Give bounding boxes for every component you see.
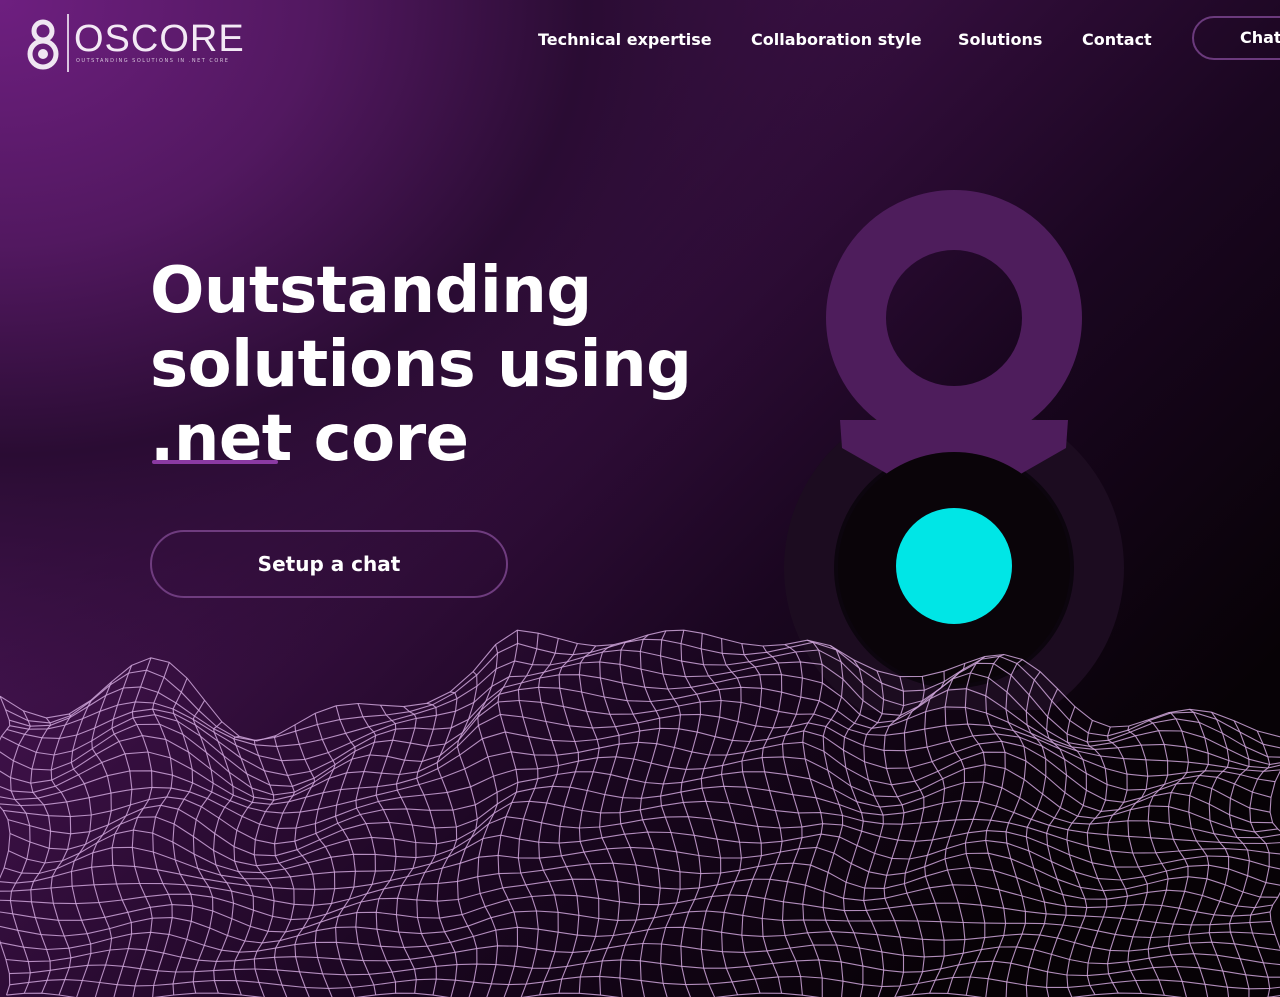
hero-title-underline xyxy=(152,460,278,464)
terrain-column-line xyxy=(741,643,763,994)
terrain-column-line xyxy=(1269,770,1280,950)
terrain-column-line xyxy=(822,645,844,997)
terrain-column-line xyxy=(964,656,986,996)
terrain-column-line xyxy=(497,630,519,997)
terrain-column-line xyxy=(1046,688,1068,997)
brand-tagline: OUTSTANDING SOLUTIONS IN .NET CORE xyxy=(76,58,230,64)
wireframe-terrain-graphic xyxy=(0,629,1280,997)
terrain-column-line xyxy=(863,670,885,997)
terrain-row-line xyxy=(7,785,1280,857)
terrain-row-line xyxy=(9,649,1280,758)
terrain-column-line xyxy=(802,639,824,997)
terrain-column-line xyxy=(578,645,600,994)
terrain-column-line xyxy=(720,638,742,996)
terrain-column-line xyxy=(924,671,946,994)
terrain-column-line xyxy=(395,706,417,994)
terrain-column-line xyxy=(1127,725,1149,994)
hero-title: Outstanding solutions using .net core xyxy=(150,254,770,476)
terrain-column-line xyxy=(212,721,235,994)
terrain-column-line xyxy=(903,676,925,996)
hero-title-line-3: .net core xyxy=(150,402,469,476)
terrain-column-line xyxy=(538,638,560,996)
terrain-column-line xyxy=(1066,706,1088,997)
terrain-column-line xyxy=(558,643,580,994)
terrain-column-line xyxy=(639,634,661,997)
terrain-column-line xyxy=(761,645,783,994)
terrain-column-line xyxy=(985,653,1007,997)
terrain-column-line xyxy=(70,700,92,997)
terrain-column-line xyxy=(944,663,966,994)
terrain-column-line xyxy=(416,702,438,996)
terrain-row-line xyxy=(0,926,1280,953)
terrain-column-line xyxy=(680,630,702,997)
hero-title-line-2: solutions using xyxy=(150,328,692,402)
terrain-column-line xyxy=(172,677,194,996)
terrain-column-line xyxy=(30,717,52,994)
terrain-row-line xyxy=(9,959,1280,978)
terrain-column-line xyxy=(375,704,397,994)
terrain-row-line xyxy=(0,629,1280,742)
terrain-column-line xyxy=(1107,726,1129,994)
terrain-column-line xyxy=(619,639,641,997)
terrain-column-line xyxy=(599,644,621,996)
terrain-column-line xyxy=(294,724,316,997)
terrain-column-line xyxy=(700,633,722,997)
nav-chat-button[interactable]: Chat xyxy=(1192,16,1280,60)
terrain-column-line xyxy=(659,630,682,997)
nav-item-contact[interactable]: Contact xyxy=(1082,26,1152,54)
terrain-column-line xyxy=(355,703,377,995)
main-nav: Technical expertise Collaboration style … xyxy=(0,26,1280,54)
setup-chat-button[interactable]: Setup a chat xyxy=(150,530,508,598)
terrain-column-line xyxy=(0,695,11,996)
terrain-row-line xyxy=(6,674,1280,776)
hero-title-line-1: Outstanding xyxy=(150,254,592,328)
nav-item-collaboration-style[interactable]: Collaboration style xyxy=(751,26,922,54)
terrain-column-line xyxy=(131,657,153,997)
terrain-column-line xyxy=(9,710,31,994)
terrain-column-line xyxy=(50,713,72,996)
nav-item-solutions[interactable]: Solutions xyxy=(958,26,1042,54)
terrain-column-line xyxy=(1086,720,1108,995)
terrain-row-line xyxy=(0,894,1272,933)
terrain-column-line xyxy=(334,705,356,997)
nav-item-technical-expertise[interactable]: Technical expertise xyxy=(538,26,712,54)
